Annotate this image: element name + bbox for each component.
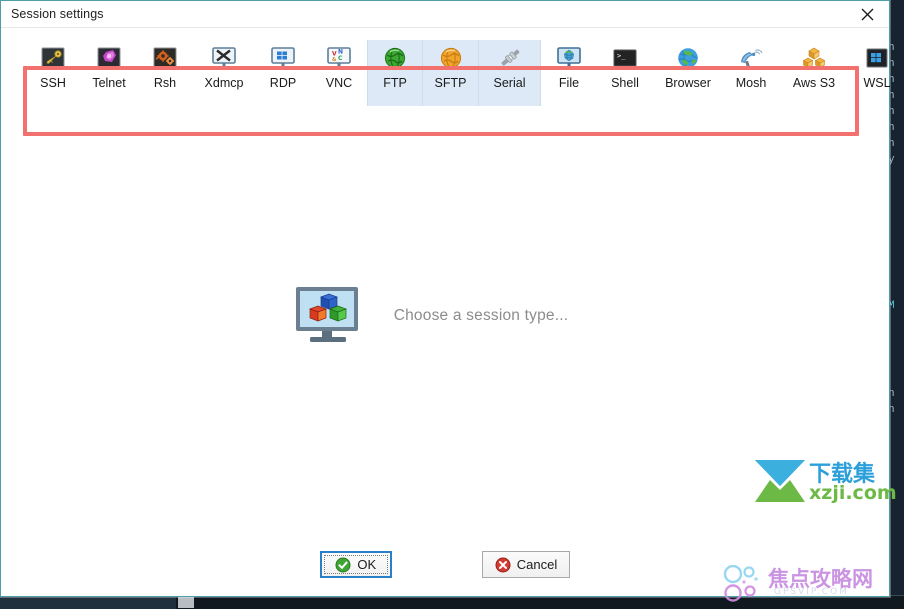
svg-text:C: C xyxy=(338,55,343,62)
session-type-wsl[interactable]: WSL xyxy=(849,40,904,106)
placeholder-text: Choose a session type... xyxy=(393,307,569,324)
circles-logo-icon xyxy=(723,564,758,602)
session-type-label: WSL xyxy=(863,76,891,90)
aws-s3-cubes-icon xyxy=(801,45,827,71)
wsl-windows-icon xyxy=(864,45,890,71)
arrow-logo-icon xyxy=(755,460,805,502)
mosh-satellite-icon xyxy=(738,45,764,71)
session-type-label: Shell xyxy=(611,76,639,90)
ok-button-label: OK xyxy=(357,557,377,572)
watermark-en-text: xzji.com xyxy=(809,482,897,504)
session-type-label: RDP xyxy=(269,76,297,90)
session-type-vnc[interactable]: V N C & VNC xyxy=(311,40,367,106)
session-type-shell[interactable]: >_ Shell xyxy=(597,40,653,106)
terminal-text-line: n xyxy=(888,122,895,134)
monitor-cubes-icon xyxy=(292,285,366,347)
green-check-icon xyxy=(335,557,351,573)
session-type-label: Browser xyxy=(665,76,711,90)
browser-globe-icon xyxy=(675,45,701,71)
session-type-label: VNC xyxy=(325,76,353,90)
serial-plug-icon xyxy=(497,45,523,71)
cancel-button-label: Cancel xyxy=(516,557,558,572)
sftp-orange-globe-icon xyxy=(438,45,464,71)
session-type-strip: SSH Telnet Rsh Xdmcp RDP V N C & VNC FTP… xyxy=(25,40,891,106)
session-type-sftp[interactable]: SFTP xyxy=(423,40,479,106)
session-settings-dialog: Session settings SSH Telnet Rsh Xdmcp RD… xyxy=(0,0,897,597)
session-type-rdp[interactable]: RDP xyxy=(255,40,311,106)
session-type-file[interactable]: File xyxy=(541,40,597,106)
session-type-label: File xyxy=(558,76,580,90)
session-type-label: Mosh xyxy=(735,76,767,90)
cancel-button[interactable]: Cancel xyxy=(481,551,571,578)
window-title: Session settings xyxy=(11,7,104,21)
session-type-rsh[interactable]: Rsh xyxy=(137,40,193,106)
svg-text:&: & xyxy=(332,57,337,63)
ssh-key-icon xyxy=(40,45,66,71)
session-type-xdmcp[interactable]: Xdmcp xyxy=(193,40,255,106)
ok-button[interactable]: OK xyxy=(319,551,392,578)
file-monitor-globe-icon xyxy=(556,45,582,71)
terminal-text-line: n xyxy=(888,138,895,150)
close-icon[interactable] xyxy=(845,1,889,28)
session-type-label: FTP xyxy=(383,76,407,90)
session-type-label: Xdmcp xyxy=(204,76,244,90)
terminal-text-line: n xyxy=(888,404,895,416)
title-bar: Session settings xyxy=(1,1,889,28)
session-type-telnet[interactable]: Telnet xyxy=(81,40,137,106)
terminal-text-line: n xyxy=(888,388,895,400)
svg-text:>_: >_ xyxy=(617,52,626,60)
session-type-browser[interactable]: Browser xyxy=(653,40,723,106)
red-x-icon xyxy=(495,557,511,573)
terminal-text-line: y xyxy=(888,154,895,166)
choose-session-row: Choose a session type... xyxy=(292,285,569,347)
rdp-monitor-icon xyxy=(270,45,296,71)
taskbar-tab[interactable] xyxy=(178,597,194,608)
session-type-label: Rsh xyxy=(153,76,177,90)
xdmcp-monitor-icon xyxy=(211,45,237,71)
watermark-xzji: 下载集 xzji.com xyxy=(753,456,897,508)
session-type-label: SSH xyxy=(40,76,66,90)
watermark-gpsvip: 焦点攻略网 GPSVIP.COM xyxy=(722,564,902,605)
rsh-gears-icon xyxy=(152,45,178,71)
session-type-mosh[interactable]: Mosh xyxy=(723,40,779,106)
session-type-ssh[interactable]: SSH xyxy=(25,40,81,106)
terminal-text-line: n xyxy=(888,106,895,118)
watermark-en-text: GPSVIP.COM xyxy=(774,587,849,597)
session-type-label: Serial xyxy=(493,76,526,90)
session-type-ftp[interactable]: FTP xyxy=(367,40,423,106)
session-type-label: SFTP xyxy=(434,76,467,90)
terminal-text-line: M xyxy=(888,300,895,312)
session-type-strip-container: SSH Telnet Rsh Xdmcp RDP V N C & VNC FTP… xyxy=(1,28,891,136)
ftp-green-globe-icon xyxy=(382,45,408,71)
shell-terminal-icon: >_ xyxy=(612,45,638,71)
vnc-monitor-icon: V N C & xyxy=(326,45,352,71)
session-type-label: Aws S3 xyxy=(792,76,836,90)
telnet-icon xyxy=(96,45,122,71)
session-type-serial[interactable]: Serial xyxy=(479,40,541,106)
session-type-label: Telnet xyxy=(92,76,126,90)
session-type-aws-s3[interactable]: Aws S3 xyxy=(779,40,849,106)
